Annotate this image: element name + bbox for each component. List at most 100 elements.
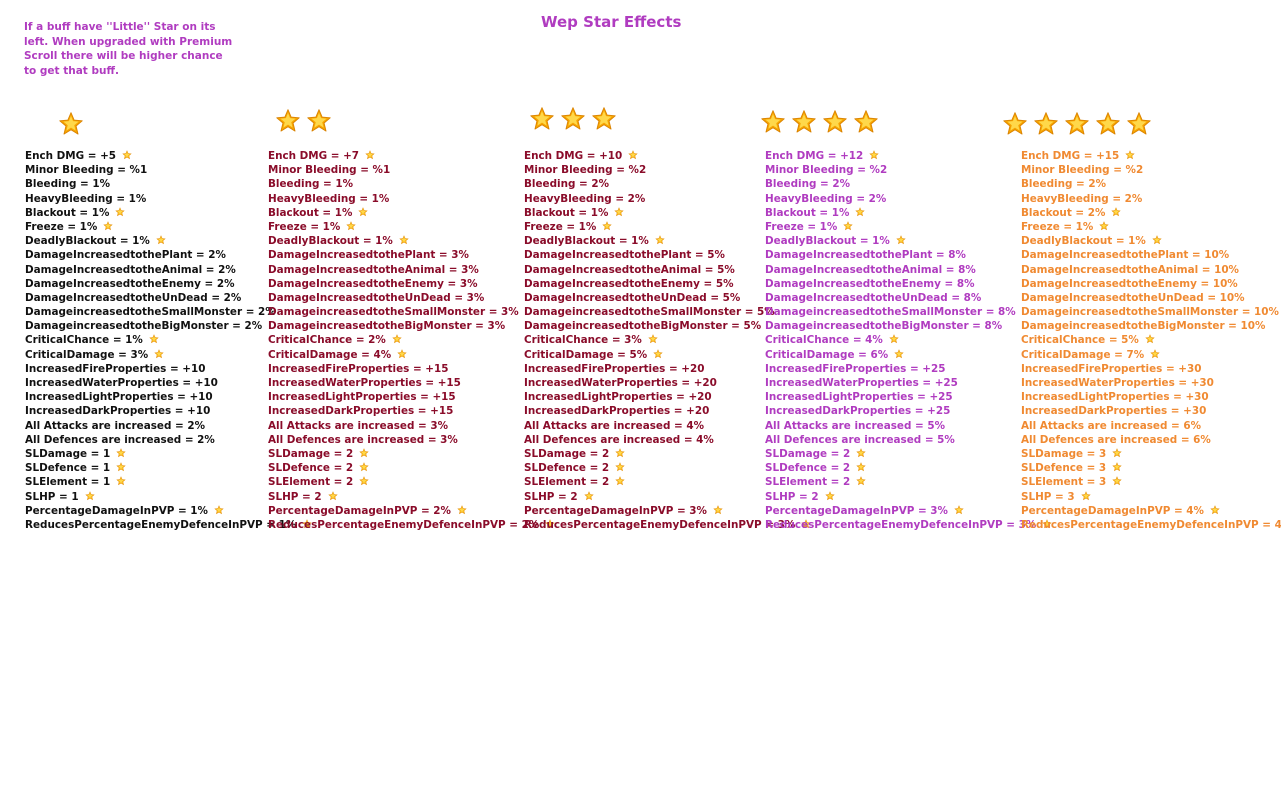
effect-text: Ench DMG = +15 — [1021, 150, 1120, 162]
effect-text: SLDefence = 2 — [765, 462, 851, 475]
effect-text: DamageincreasedtotheSmallMonster = 5% — [524, 306, 775, 319]
effect-text: Minor Bleeding = %2 — [524, 164, 647, 177]
effect-text: PercentageDamageInPVP = 3% — [765, 504, 948, 517]
effect-line: DamageIncreasedtotheEnemy = 3% — [268, 277, 555, 291]
star-icon — [530, 107, 554, 130]
effect-text: Minor Bleeding = %1 — [25, 164, 148, 177]
effect-line: SLHP = 2 — [268, 490, 555, 504]
effect-text: All Defences are increased = 5% — [765, 433, 955, 446]
star-icon — [276, 109, 300, 132]
effect-text: Freeze = 1% — [1021, 220, 1094, 233]
effect-line: PercentageDamageInPVP = 3% — [765, 504, 1052, 518]
effect-line: ReducesPercentageEnemyDefenceInPVP = 3% — [765, 518, 1052, 532]
effect-text: ReducesPercentageEnemyDefenceInPVP = 3% — [765, 518, 1037, 531]
effect-text: DeadlyBlackout = 1% — [268, 235, 393, 248]
effect-text: SLHP = 2 — [765, 490, 819, 503]
star-icon — [1096, 112, 1120, 135]
effect-text: All Attacks are increased = 3% — [268, 419, 448, 432]
little-star-icon — [1125, 150, 1135, 160]
effect-line: Ench DMG = +15 — [1021, 149, 1281, 163]
effect-line: IncreasedLightProperties = +30 — [1021, 390, 1281, 404]
effect-line: DamageIncreasedtothePlant = 8% — [765, 248, 1052, 262]
effect-line: Blackout = 1% — [268, 206, 555, 220]
tier-2-star-rating — [275, 108, 332, 134]
little-star-icon — [359, 476, 369, 486]
effect-text: CriticalChance = 3% — [524, 334, 642, 347]
effect-text: Freeze = 1% — [25, 220, 98, 233]
effect-text: IncreasedLightProperties = +10 — [25, 391, 213, 404]
effect-text: SLElement = 2 — [268, 476, 354, 489]
effect-line: IncreasedWaterProperties = +15 — [268, 376, 555, 390]
star-icon — [761, 110, 785, 133]
little-star-icon — [1210, 505, 1220, 514]
effect-line: SLElement = 2 — [765, 475, 1052, 489]
effect-line: DamageIncreasedtotheEnemy = 10% — [1021, 277, 1281, 291]
effect-line: SLDefence = 2 — [268, 461, 555, 475]
effect-text: Bleeding = 1% — [268, 178, 353, 191]
effect-line: Bleeding = 2% — [765, 177, 1052, 191]
tier-3-star-rating — [529, 106, 617, 132]
little-star-icon — [358, 207, 368, 216]
little-star-icon — [615, 448, 625, 457]
effect-line: CriticalChance = 4% — [765, 333, 1052, 347]
effect-line: IncreasedLightProperties = +15 — [268, 390, 555, 404]
star-icon — [792, 110, 816, 133]
little-star-icon — [602, 221, 612, 230]
little-star-icon — [365, 150, 375, 160]
effect-text: IncreasedDarkProperties = +20 — [524, 405, 710, 418]
effect-text: IncreasedFireProperties = +25 — [765, 362, 946, 375]
little-star-icon — [1081, 490, 1091, 500]
effect-text: Minor Bleeding = %1 — [268, 164, 391, 177]
effect-line: Blackout = 2% — [1021, 206, 1281, 220]
effect-line: CriticalDamage = 4% — [268, 348, 555, 362]
effect-text: Ench DMG = +5 — [25, 150, 117, 162]
effect-line: Freeze = 1% — [765, 220, 1052, 234]
effect-text: DamageincreasedtotheBigMonster = 2% — [25, 320, 263, 333]
effect-text: DamageIncreasedtothePlant = 3% — [268, 249, 469, 262]
star-icon — [1127, 112, 1151, 135]
effect-line: DamageIncreasedtotheAnimal = 3% — [268, 263, 555, 277]
effect-text: PercentageDamageInPVP = 3% — [524, 504, 707, 517]
effect-text: ReducesPercentageEnemyDefenceInPVP = 2% — [268, 518, 540, 531]
little-star-icon — [856, 462, 866, 472]
little-star-icon — [115, 207, 125, 216]
effect-line: DeadlyBlackout = 1% — [765, 234, 1052, 248]
little-star-icon — [1112, 476, 1122, 486]
little-star-icon — [1152, 235, 1162, 245]
effect-text: Bleeding = 2% — [765, 178, 850, 191]
effect-line: CriticalChance = 5% — [1021, 333, 1281, 347]
effect-text: SLDefence = 2 — [268, 462, 354, 475]
little-star-icon — [122, 150, 132, 160]
effect-line: Bleeding = 2% — [1021, 177, 1281, 191]
effect-text: CriticalDamage = 6% — [765, 348, 889, 361]
little-star-icon — [149, 334, 159, 344]
effect-text: IncreasedDarkProperties = +15 — [268, 405, 454, 418]
effect-text: SLElement = 1 — [25, 476, 111, 489]
effect-line: Freeze = 1% — [1021, 220, 1281, 234]
star-icon — [1034, 112, 1058, 135]
effect-line: Ench DMG = +7 — [268, 149, 555, 163]
effect-line: IncreasedLightProperties = +25 — [765, 390, 1052, 404]
effect-line: SLDefence = 3 — [1021, 461, 1281, 475]
effect-text: All Defences are increased = 3% — [268, 433, 458, 446]
effect-line: All Defences are increased = 6% — [1021, 433, 1281, 447]
effect-text: SLHP = 2 — [268, 490, 322, 503]
little-star-icon — [889, 334, 899, 344]
effect-line: DamageIncreasedtothePlant = 3% — [268, 248, 555, 262]
effect-text: DamageincreasedtotheBigMonster = 5% — [524, 320, 762, 333]
effect-text: CriticalDamage = 4% — [268, 348, 392, 361]
effect-line: Minor Bleeding = %1 — [268, 163, 555, 177]
little-star-icon — [103, 221, 113, 230]
effect-text: Ench DMG = +7 — [268, 150, 360, 162]
little-star-icon — [156, 235, 166, 245]
effect-text: DeadlyBlackout = 1% — [765, 235, 890, 248]
little-star-icon — [359, 462, 369, 472]
effect-text: HeavyBleeding = 1% — [268, 192, 390, 205]
effect-text: DamageIncreasedtotheEnemy = 5% — [524, 277, 734, 290]
effect-text: SLDefence = 3 — [1021, 462, 1107, 475]
effect-text: All Defences are increased = 4% — [524, 433, 714, 446]
effect-line: DamageIncreasedtotheAnimal = 8% — [765, 263, 1052, 277]
star-icon — [854, 110, 878, 133]
effect-text: SLHP = 2 — [524, 490, 578, 503]
effect-text: Ench DMG = +12 — [765, 150, 864, 162]
